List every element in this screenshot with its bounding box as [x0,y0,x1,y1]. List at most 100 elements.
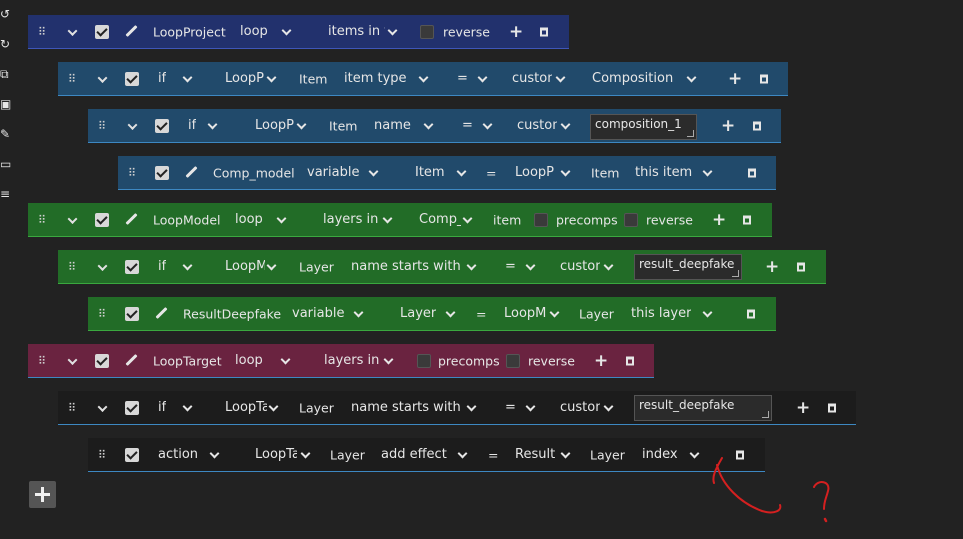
reverse-checkbox[interactable] [624,212,638,227]
field-select[interactable]: name starts with [346,397,482,419]
source-select[interactable]: layers in [318,209,398,231]
field-select[interactable]: item type [339,68,434,90]
drag-handle-icon[interactable]: ⠿ [38,354,46,367]
chevron-down-icon[interactable] [98,262,107,271]
list-add-icon[interactable]: ≡ [0,187,12,201]
add-child-button[interactable]: + [721,116,735,136]
delete-icon[interactable] [626,356,634,365]
chevron-down-icon[interactable] [128,121,137,130]
row-name[interactable]: LoopProject [153,24,226,39]
drag-handle-icon[interactable]: ⠿ [68,260,76,273]
field-select[interactable]: name [369,115,439,137]
operator-select[interactable]: = [496,397,541,419]
value-mode-select[interactable]: custom [512,115,576,137]
edit-pencil-icon[interactable] [124,25,138,39]
drag-handle-icon[interactable]: ⠿ [98,448,106,461]
delete-icon[interactable] [753,121,761,130]
drag-handle-icon[interactable]: ⠿ [68,72,76,85]
edit-pencil-icon[interactable] [124,354,138,368]
enabled-checkbox[interactable] [95,353,109,368]
loop-ref-select[interactable]: LoopM [499,303,565,325]
enabled-checkbox[interactable] [155,165,169,180]
drag-handle-icon[interactable]: ⠿ [38,213,46,226]
field-select[interactable]: add effect [376,444,473,466]
edit-pencil-icon[interactable] [184,166,198,180]
drag-handle-icon[interactable]: ⠿ [38,25,46,38]
chevron-down-icon[interactable] [68,356,77,365]
operator-select[interactable]: = [496,256,541,278]
delete-icon[interactable] [747,309,755,318]
chevron-down-icon[interactable] [68,27,77,36]
add-child-button[interactable]: + [594,351,608,371]
add-child-button[interactable]: + [712,210,726,230]
enabled-checkbox[interactable] [125,71,139,86]
copy-icon[interactable]: ⧉ [0,67,12,81]
add-child-button[interactable]: + [509,22,523,42]
chevron-down-icon[interactable] [98,74,107,83]
mode-select[interactable]: loop [230,209,292,231]
loop-ref-select[interactable]: LoopTa [250,444,316,466]
field-select[interactable]: this item [630,162,718,184]
edit-pencil-icon[interactable] [154,307,168,321]
delete-icon[interactable] [760,74,768,83]
value-input[interactable]: result_deepfake [634,254,742,280]
source-select[interactable]: items in t [323,21,403,43]
loop-ref-select[interactable]: LoopM [220,256,282,278]
loop-ref-select[interactable]: LoopP [220,68,282,90]
kind-select[interactable]: action [153,444,225,466]
add-child-button[interactable]: + [765,257,779,277]
edit-pencil-icon[interactable] [124,213,138,227]
target-select[interactable]: Item [410,162,472,184]
reverse-checkbox[interactable] [420,24,434,39]
value-input[interactable]: result_deepfake [634,395,772,421]
precomps-checkbox[interactable] [534,212,548,227]
value-input[interactable]: composition_1 [590,114,697,140]
value-select[interactable]: Composition [587,68,702,90]
kind-select[interactable]: if [153,397,198,419]
operator-select[interactable]: = [453,115,498,137]
add-child-button[interactable]: + [728,69,742,89]
source-select[interactable]: layers in [319,350,399,372]
enabled-checkbox[interactable] [125,306,139,321]
comp-ref-select[interactable]: Comp_ [414,209,478,231]
undo-icon[interactable]: ↺ [0,7,12,21]
mode-select[interactable]: loop [235,21,297,43]
add-row-button[interactable] [29,481,56,508]
ref-select[interactable]: Result [510,444,576,466]
row-name[interactable]: LoopTarget [153,353,222,368]
mode-select[interactable]: variable [302,162,384,184]
delete-icon[interactable] [797,262,805,271]
operator-select[interactable]: = [448,68,493,90]
delete-icon[interactable] [748,168,756,177]
enabled-checkbox[interactable] [155,118,169,133]
row-name[interactable]: ResultDeepfake [183,306,281,321]
value-mode-select[interactable]: custom [507,68,571,90]
kind-select[interactable]: if [153,256,198,278]
mode-select[interactable]: loop [230,350,296,372]
paste-icon[interactable]: ▣ [0,97,12,111]
delete-icon[interactable] [743,215,751,224]
delete-icon[interactable] [828,403,836,412]
reverse-checkbox[interactable] [506,353,520,368]
redo-icon[interactable]: ↻ [0,37,12,51]
drag-handle-icon[interactable]: ⠿ [98,307,106,320]
drag-handle-icon[interactable]: ⠿ [98,119,106,132]
loop-ref-select[interactable]: LoopP [250,115,312,137]
target-select[interactable]: Layer [395,303,461,325]
enabled-checkbox[interactable] [125,400,139,415]
window-icon[interactable]: ▭ [0,157,12,171]
enabled-checkbox[interactable] [95,24,109,39]
loop-ref-select[interactable]: LoopTa [220,397,284,419]
delete-icon[interactable] [540,27,548,36]
enabled-checkbox[interactable] [95,212,109,227]
field-select-2[interactable]: index [637,444,705,466]
loop-ref-select[interactable]: LoopP [510,162,576,184]
precomps-checkbox[interactable] [417,353,431,368]
kind-select[interactable]: if [153,68,198,90]
row-name[interactable]: Comp_model [213,165,295,180]
chevron-down-icon[interactable] [68,215,77,224]
value-mode-select[interactable]: custom [555,256,619,278]
enabled-checkbox[interactable] [125,447,139,462]
kind-select[interactable]: if [183,115,223,137]
add-child-button[interactable]: + [796,398,810,418]
